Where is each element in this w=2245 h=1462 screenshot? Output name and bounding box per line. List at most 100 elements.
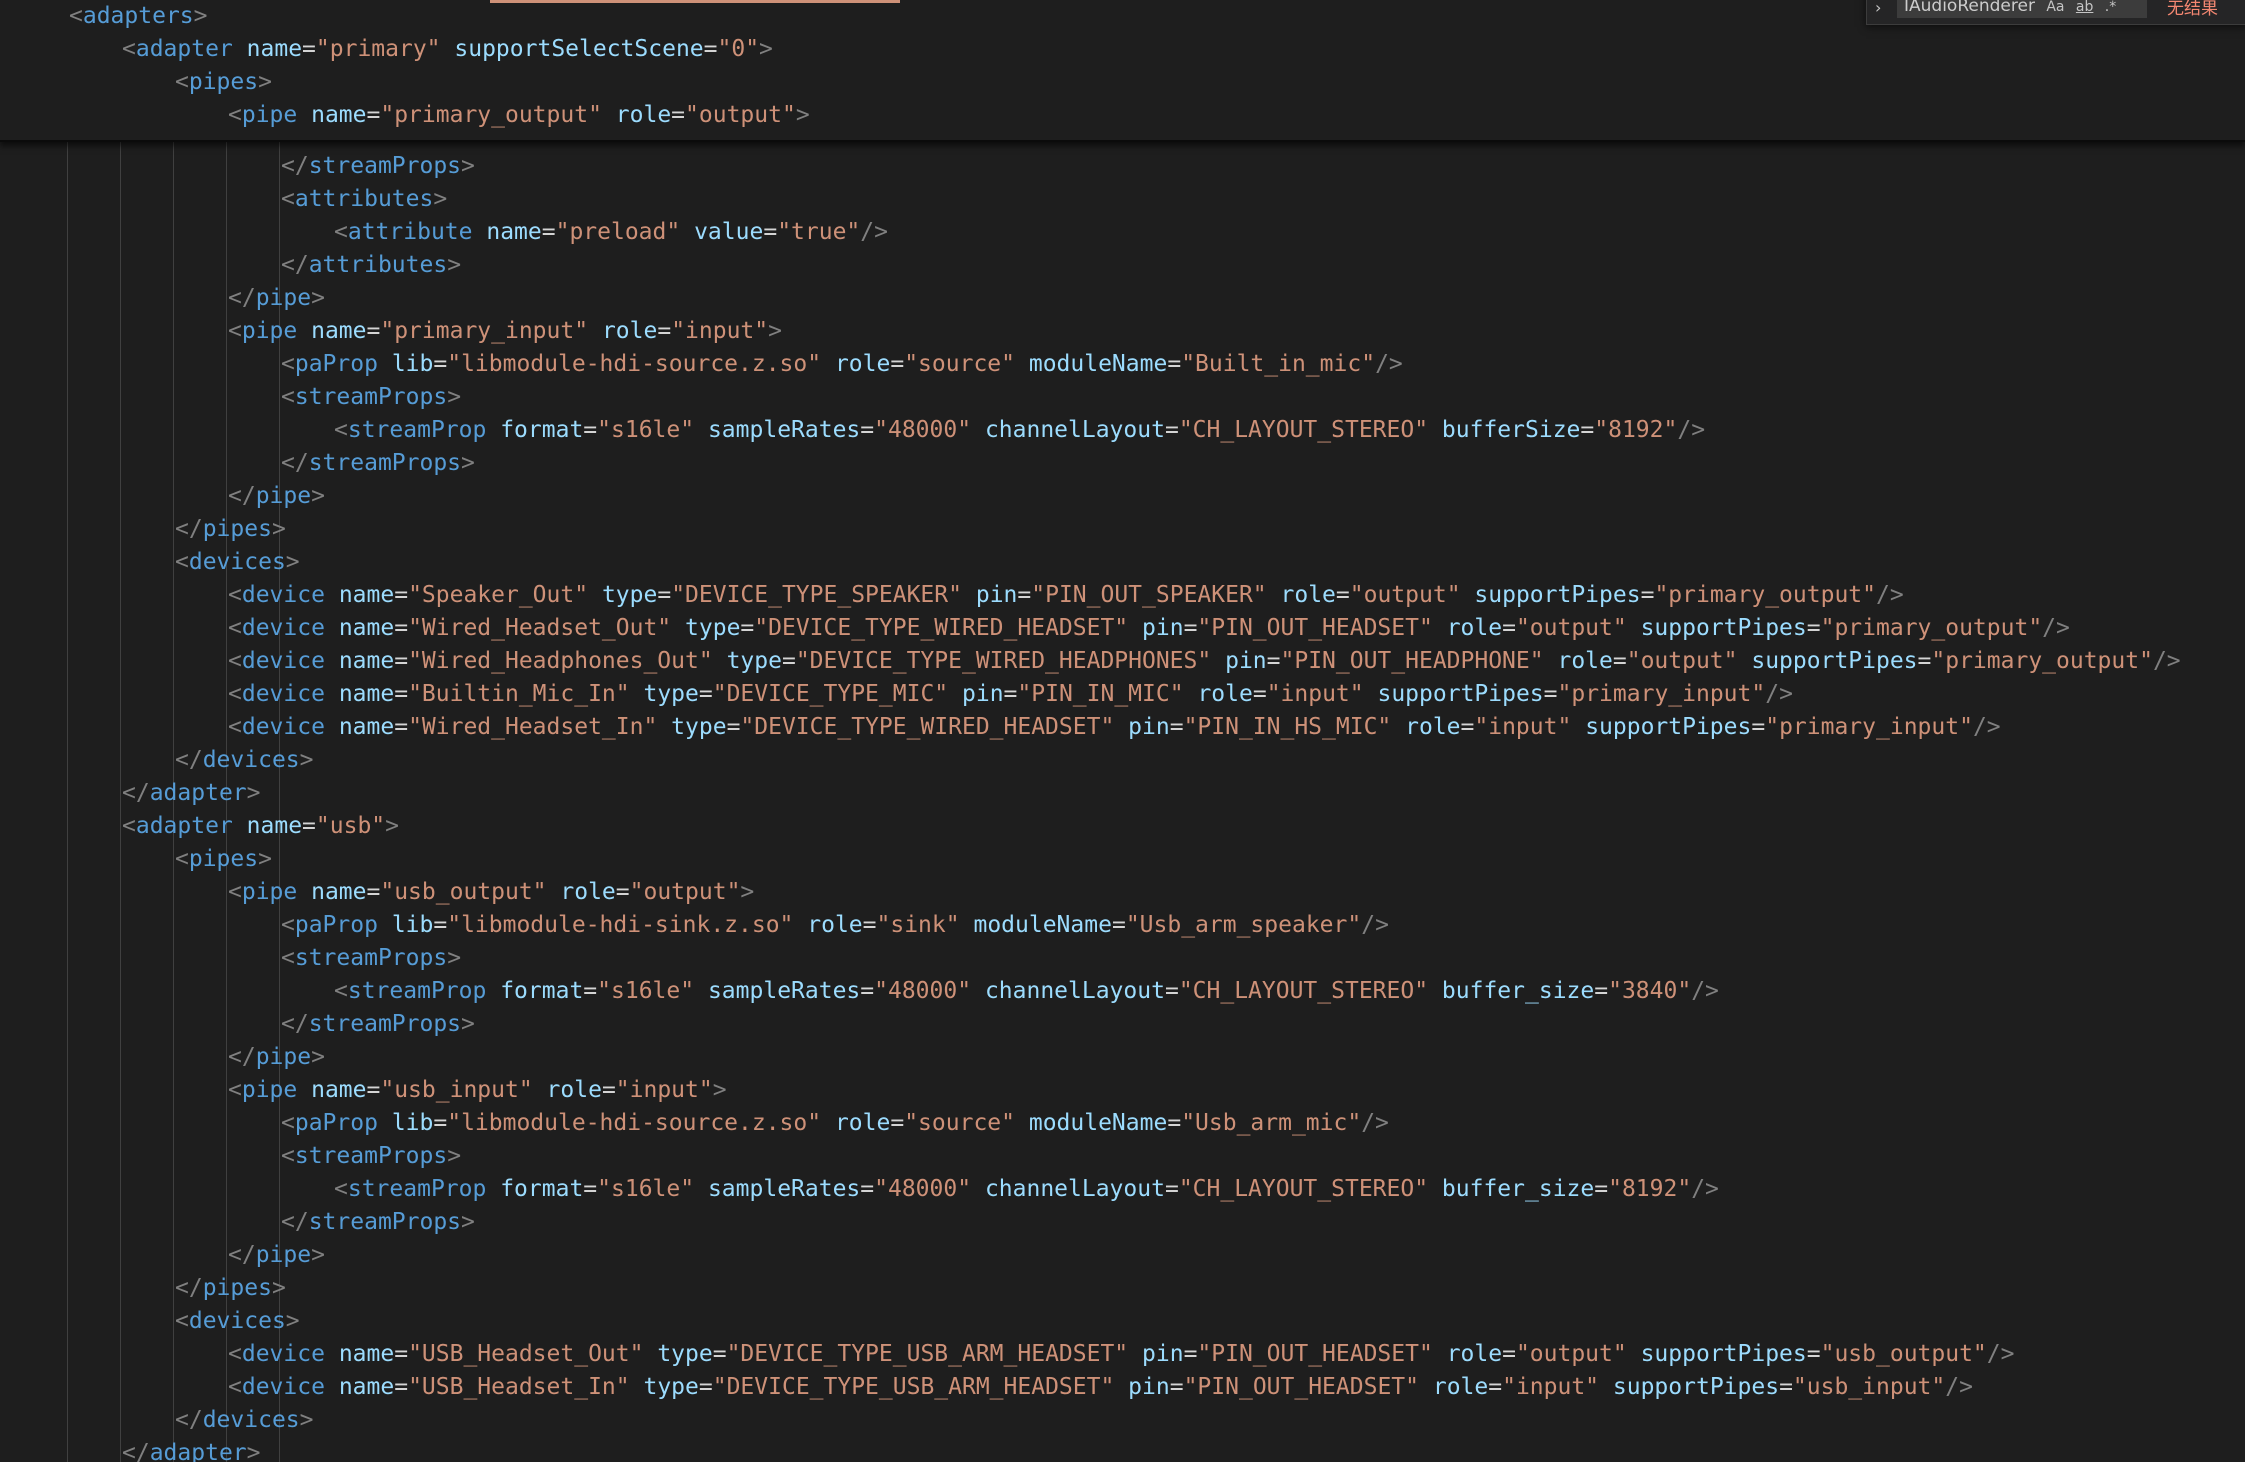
code-line[interactable]: </streamProps> xyxy=(281,1008,475,1041)
code-line[interactable]: </pipe> xyxy=(228,1239,325,1272)
code-editor[interactable]: </streamProps> <attributes> <attribute nam… xyxy=(0,0,2245,1462)
equals: = xyxy=(394,1374,409,1400)
find-widget[interactable]: › IAudioRenderer Aa ab .* 无结果 xyxy=(1866,0,2245,25)
attr-value: "Built_in_mic" xyxy=(1181,351,1376,377)
equals: = xyxy=(890,1110,905,1136)
attr-value: "primary_output" xyxy=(380,102,602,128)
match-case-toggle[interactable]: Aa xyxy=(2046,0,2064,15)
bracket: < xyxy=(122,813,136,839)
attr-name: supportPipes xyxy=(1377,681,1544,707)
tag-name: attribute xyxy=(347,219,473,245)
bracket: > xyxy=(740,879,755,905)
bracket: < xyxy=(228,648,242,674)
code-line[interactable]: </streamProps> xyxy=(281,447,475,480)
attr-name: name xyxy=(311,879,367,905)
tag-name: adapter xyxy=(149,780,247,806)
code-line[interactable]: </pipe> xyxy=(228,1041,325,1074)
code-line[interactable]: </devices> xyxy=(175,1404,314,1437)
tag-name: pipe xyxy=(255,1242,312,1268)
attr-value: "primary_output" xyxy=(1820,615,2043,641)
code-line[interactable]: <streamProp format="s16le" sampleRates="… xyxy=(334,1173,1719,1206)
code-line[interactable]: <pipes> xyxy=(175,66,272,99)
code-line[interactable]: <streamProp format="s16le" sampleRates="… xyxy=(334,975,1719,1008)
code-line[interactable]: <adapters> xyxy=(69,0,208,33)
equals: = xyxy=(657,318,672,344)
code-line[interactable]: <attributes> xyxy=(281,183,447,216)
attr-value: "primary_input" xyxy=(1557,681,1766,707)
attr-name: format xyxy=(500,1176,584,1202)
code-line[interactable]: <device name="Wired_Headset_Out" type="D… xyxy=(228,612,2070,645)
equals: = xyxy=(1460,714,1475,740)
code-line[interactable]: <pipe name="primary_input" role="input"> xyxy=(228,315,782,348)
whole-word-toggle[interactable]: ab xyxy=(2076,0,2093,15)
attr-name: name xyxy=(338,648,395,674)
code-line[interactable]: </pipes> xyxy=(175,513,286,546)
equals: = xyxy=(583,1176,598,1202)
code-line[interactable]: <device name="Wired_Headset_In" type="DE… xyxy=(228,711,2001,744)
code-line[interactable]: <pipe name="usb_output" role="output"> xyxy=(228,876,754,909)
code-line[interactable]: <device name="Wired_Headphones_Out" type… xyxy=(228,645,2181,678)
code-line[interactable]: </streamProps> xyxy=(281,150,475,183)
code-line[interactable]: </streamProps> xyxy=(281,1206,475,1239)
bracket: < xyxy=(281,384,295,410)
code-line[interactable]: </pipe> xyxy=(228,282,325,315)
attr-value: "input" xyxy=(1266,681,1364,707)
code-line[interactable]: <attribute name="preload" value="true"/> xyxy=(334,216,888,249)
code-line[interactable]: <adapter name="primary" supportSelectSce… xyxy=(122,33,773,66)
code-line[interactable]: <devices> xyxy=(175,546,300,579)
equals: = xyxy=(1266,648,1281,674)
bracket: < xyxy=(69,3,83,29)
code-line[interactable]: <device name="Builtin_Mic_In" type="DEVI… xyxy=(228,678,1793,711)
code-line[interactable]: <paProp lib="libmodule-hdi-source.z.so" … xyxy=(281,1107,1389,1140)
code-line[interactable]: <paProp lib="libmodule-hdi-sink.z.so" ro… xyxy=(281,909,1389,942)
attr-value: "libmodule-hdi-source.z.so" xyxy=(447,1110,822,1136)
code-line[interactable]: <streamProp format="s16le" sampleRates="… xyxy=(334,414,1705,447)
equals: = xyxy=(366,879,381,905)
code-line[interactable]: <streamProps> xyxy=(281,942,461,975)
code-line[interactable]: <pipe name="primary_output" role="output… xyxy=(228,99,810,132)
find-input[interactable]: IAudioRenderer Aa ab .* xyxy=(1897,0,2147,18)
attr-value: "input" xyxy=(615,1077,713,1103)
attr-value: "output" xyxy=(1515,1341,1627,1367)
code-line[interactable]: </pipe> xyxy=(228,480,325,513)
code-line[interactable]: <pipes> xyxy=(175,843,272,876)
tag-name: pipes xyxy=(202,516,272,542)
tag-name: streamProp xyxy=(347,1176,487,1202)
code-line[interactable]: </devices> xyxy=(175,744,314,777)
code-line[interactable]: <devices> xyxy=(175,1305,300,1338)
code-line[interactable]: <pipe name="usb_input" role="input"> xyxy=(228,1074,727,1107)
bracket: </ xyxy=(281,450,309,476)
code-line[interactable]: <adapter name="usb"> xyxy=(122,810,399,843)
code-line[interactable]: </adapter> xyxy=(122,1437,261,1462)
attr-name: name xyxy=(246,813,303,839)
tag-name: devices xyxy=(188,1308,286,1334)
code-line[interactable]: <streamProps> xyxy=(281,381,461,414)
equals: = xyxy=(1502,1341,1516,1367)
code-line[interactable]: </attributes> xyxy=(281,249,461,282)
code-line[interactable]: </pipes> xyxy=(175,1272,286,1305)
attr-name: role xyxy=(1446,615,1503,641)
code-line[interactable]: <paProp lib="libmodule-hdi-source.z.so" … xyxy=(281,348,1403,381)
bracket: /> xyxy=(1986,1341,2015,1367)
regex-toggle[interactable]: .* xyxy=(2105,0,2116,15)
code-line[interactable]: <streamProps> xyxy=(281,1140,461,1173)
code-line[interactable]: <device name="Speaker_Out" type="DEVICE_… xyxy=(228,579,1904,612)
attr-name: sampleRates xyxy=(707,978,861,1004)
code-line[interactable]: <device name="USB_Headset_Out" type="DEV… xyxy=(228,1338,2014,1371)
bracket: > xyxy=(712,1077,727,1103)
code-line[interactable]: <device name="USB_Headset_In" type="DEVI… xyxy=(228,1371,1973,1404)
chevron-right-icon[interactable]: › xyxy=(1875,0,1881,17)
code-line[interactable]: </adapter> xyxy=(122,777,261,810)
